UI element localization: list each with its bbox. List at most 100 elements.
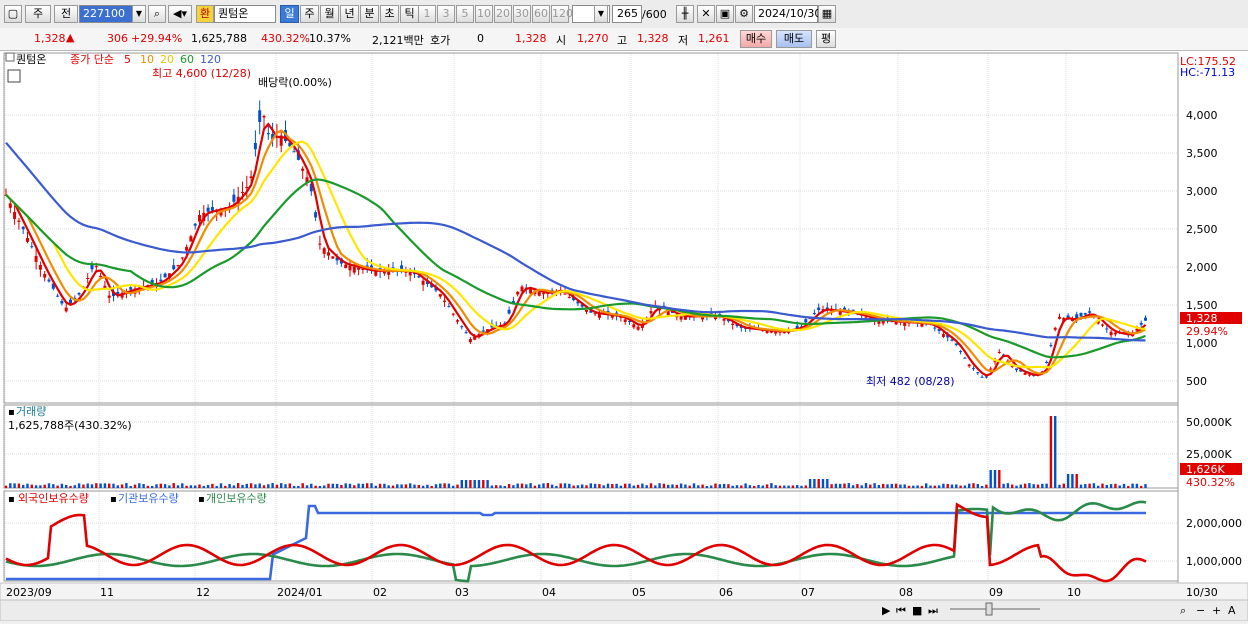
stock-chart-svg[interactable]: 퀀텀온 종가 단순 5 10 20 60 120 최고 4,600 (12/28… xyxy=(0,51,1248,622)
save-icon[interactable]: ▣ xyxy=(716,5,734,23)
legend-individual-holding: 개인보유수량 xyxy=(206,492,267,505)
period-week-button[interactable]: 주 xyxy=(300,5,319,23)
table-icon[interactable] xyxy=(7,69,21,83)
scroll-start-icon[interactable]: ⏮ xyxy=(896,604,906,617)
volume-bar xyxy=(284,484,287,488)
search-icon[interactable]: ⌕ xyxy=(148,5,166,23)
tab-all-button[interactable]: 전 xyxy=(54,5,78,23)
zoom-search-icon[interactable]: ⌕ xyxy=(1180,604,1186,617)
stop-icon[interactable]: ■ xyxy=(912,604,922,617)
font-size-icon[interactable]: A xyxy=(1228,604,1236,617)
low-value: 1,261 xyxy=(698,32,730,45)
candle-body xyxy=(314,212,318,218)
volume-bar xyxy=(546,483,549,488)
sell-button[interactable]: 매도 xyxy=(776,30,812,48)
tab-week-button[interactable]: 주 xyxy=(25,5,51,23)
volume-bar xyxy=(572,485,575,488)
interval-3-button[interactable]: 3 xyxy=(437,5,455,23)
volume-bar xyxy=(525,484,528,488)
period-day-button[interactable]: 일 xyxy=(280,5,299,23)
interval-20-button[interactable]: 20 xyxy=(494,5,512,23)
chart-area[interactable]: 퀀텀온 종가 단순 5 10 20 60 120 최고 4,600 (12/28… xyxy=(0,51,1248,622)
period-year-button[interactable]: 년 xyxy=(340,5,359,23)
volume-bar xyxy=(460,480,463,488)
candle-body xyxy=(585,309,588,312)
code-dropdown-icon[interactable]: ▼ xyxy=(132,5,146,23)
volume-bar xyxy=(722,483,726,488)
period-month-button[interactable]: 월 xyxy=(320,5,339,23)
volume-bar xyxy=(1131,483,1134,488)
interval-60-button[interactable]: 60 xyxy=(532,5,550,23)
volume-bar xyxy=(99,483,102,488)
volume-bar xyxy=(942,483,945,488)
volume-bar xyxy=(774,485,777,488)
volume-bar xyxy=(688,485,691,488)
interval-dropdown-icon[interactable]: ▼ xyxy=(594,5,608,23)
volume-bar xyxy=(310,483,313,488)
zoom-slider-thumb[interactable] xyxy=(985,602,993,616)
candle-body xyxy=(516,291,520,295)
last-pct-tag-text: 29.94% xyxy=(1186,325,1228,338)
volume-bar xyxy=(503,485,506,488)
volume-bar xyxy=(120,484,124,488)
calendar-icon[interactable]: ▦ xyxy=(818,5,836,23)
volume-bar xyxy=(993,470,997,488)
volume-bar xyxy=(9,483,12,488)
legend-ma5: 5 xyxy=(124,53,131,66)
volume-last-pct-text: 430.32% xyxy=(1186,476,1235,489)
price-y-tick: 1,500 xyxy=(1186,299,1218,312)
candle-body xyxy=(99,275,103,277)
volume-bar xyxy=(82,484,85,488)
date-input[interactable]: 2024/10/30 xyxy=(754,5,821,23)
x-axis-label: 10 xyxy=(1067,586,1081,599)
candle-body xyxy=(941,334,945,337)
volume-bar xyxy=(249,483,253,488)
candle-body xyxy=(623,319,627,322)
candle-icon[interactable]: ╫ xyxy=(676,5,694,23)
volume-bar xyxy=(718,484,721,488)
period-second-button[interactable]: 초 xyxy=(380,5,399,23)
buy-button[interactable]: 매수 xyxy=(740,30,772,48)
scroll-right-icon[interactable]: ▶ xyxy=(882,604,891,617)
eval-button[interactable]: 평 xyxy=(816,30,836,48)
volume-bar xyxy=(202,485,205,488)
scroll-end-icon[interactable]: ⏭ xyxy=(928,604,938,617)
volume-bar xyxy=(1049,416,1053,488)
interval-30-button[interactable]: 30 xyxy=(513,5,531,23)
panel-icon[interactable]: ▢ xyxy=(4,5,22,23)
volume-bar xyxy=(1054,416,1057,488)
interval-30-label: 30 xyxy=(515,7,529,20)
candle-body xyxy=(253,142,257,150)
stock-name-field[interactable]: 퀀텀온 xyxy=(214,5,276,23)
volume-bar xyxy=(344,483,347,488)
zoom-out-icon[interactable]: − xyxy=(1196,604,1205,617)
interval-1-button[interactable]: 1 xyxy=(418,5,436,23)
interval-5-button[interactable]: 5 xyxy=(456,5,474,23)
period-tick-button[interactable]: 틱 xyxy=(400,5,419,23)
interval-10-button[interactable]: 10 xyxy=(475,5,493,23)
candle-body xyxy=(1053,327,1057,330)
volume-bar xyxy=(26,483,29,488)
candle-body xyxy=(344,264,348,269)
volume-bar xyxy=(559,483,562,488)
candle-body xyxy=(1113,332,1117,335)
sound-icon[interactable]: ◀▾ xyxy=(168,5,192,23)
crosshair-icon[interactable]: ✕ xyxy=(697,5,715,23)
candle-body xyxy=(1101,324,1104,326)
candle-body xyxy=(258,110,262,122)
candle-body xyxy=(417,276,421,278)
volume-bar xyxy=(194,485,197,488)
count-input[interactable]: 265 xyxy=(612,5,642,23)
candle-body xyxy=(30,246,34,248)
volume-last-tag-text: 1,626K xyxy=(1186,463,1225,476)
candle-body xyxy=(331,256,335,259)
interval-120-button[interactable]: 120 xyxy=(551,5,573,23)
zoom-in-icon[interactable]: + xyxy=(1212,604,1221,617)
gear-icon[interactable]: ⚙ xyxy=(735,5,753,23)
price-y-tick: 1,000 xyxy=(1186,337,1218,350)
period-minute-button[interactable]: 분 xyxy=(360,5,379,23)
hanja-badge[interactable]: 환 xyxy=(196,5,214,23)
volume-bar xyxy=(357,483,360,488)
volume-bar xyxy=(826,479,829,488)
legend-institution-holding: 기관보유수량 xyxy=(118,492,179,505)
